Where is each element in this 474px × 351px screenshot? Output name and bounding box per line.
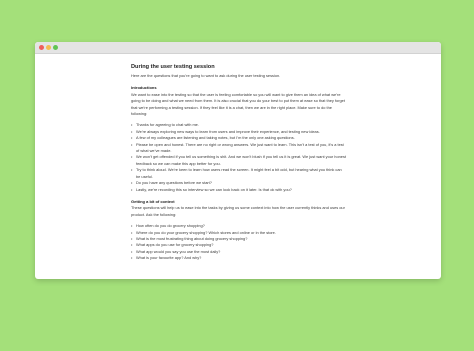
close-icon[interactable] [39,45,44,50]
list-item: • Please be open and honest. There are no… [131,141,344,154]
document-content: During the user testing session Here are… [131,64,347,264]
list-item: • We won’t get offended if you tell us so… [131,154,346,166]
browser-window: During the user testing session Here are… [35,42,441,279]
list-item: • Lastly, we’re recording this so intervi… [131,186,292,192]
list-item: • What is your favourite app? And why? [131,255,202,261]
section-body-context: These questions will help us to ease int… [131,205,345,217]
bullet-icon: • [131,255,133,261]
context-list: • How often do you do grocery shopping? •… [131,223,347,261]
bullet-icon: • [131,154,133,160]
section-body-introductions: We want to ease into the testing so that… [131,91,345,117]
introductions-list: • Thanks for agreeing to chat with me. • W… [131,122,347,192]
maximize-icon[interactable] [53,45,58,50]
minimize-icon[interactable] [46,45,51,50]
window-titlebar [35,42,441,54]
bullet-icon: • [131,141,133,147]
page-title: During the user testing session [131,64,215,70]
bullet-icon: • [131,167,133,173]
list-item: • Try to think aloud. We’re keen to learn… [131,167,342,179]
bullet-icon: • [131,186,133,192]
page-subtitle: Here are the questions that you’re going… [131,73,281,78]
